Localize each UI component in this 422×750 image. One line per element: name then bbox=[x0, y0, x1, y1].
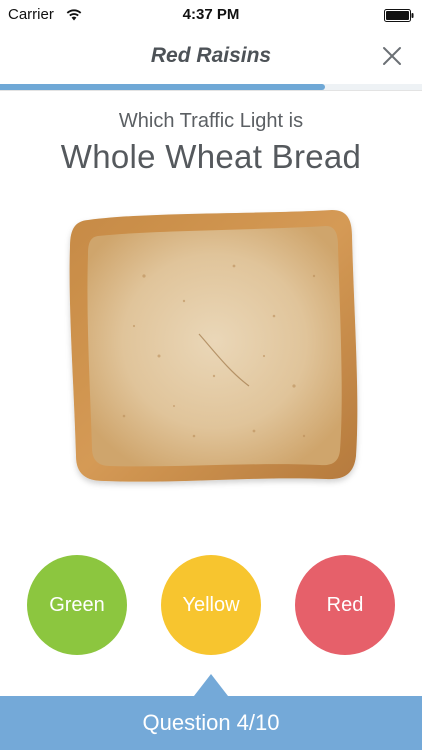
yellow-answer-button[interactable]: Yellow bbox=[161, 555, 261, 655]
battery-icon bbox=[384, 9, 414, 22]
nav-divider bbox=[0, 90, 422, 91]
food-image bbox=[69, 210, 358, 482]
status-bar: Carrier 4:37 PM bbox=[0, 0, 422, 30]
green-answer-label: Green bbox=[49, 593, 105, 616]
question-counter-bar: Question 4/10 bbox=[0, 696, 422, 750]
question-counter: Question 4/10 bbox=[142, 710, 280, 735]
nav-title: Red Raisins bbox=[150, 44, 272, 67]
food-name: Whole Wheat Bread bbox=[60, 138, 362, 175]
red-answer-button[interactable]: Red bbox=[295, 555, 395, 655]
footer-pointer bbox=[194, 674, 228, 696]
yellow-answer-label: Yellow bbox=[182, 593, 240, 616]
question-prompt: Which Traffic Light is bbox=[118, 110, 304, 132]
clock-label: 4:37 PM bbox=[182, 6, 240, 23]
close-icon[interactable] bbox=[380, 44, 404, 68]
red-answer-label: Red bbox=[326, 593, 364, 616]
nav-bar: Red Raisins bbox=[0, 30, 422, 82]
green-answer-button[interactable]: Green bbox=[27, 555, 127, 655]
